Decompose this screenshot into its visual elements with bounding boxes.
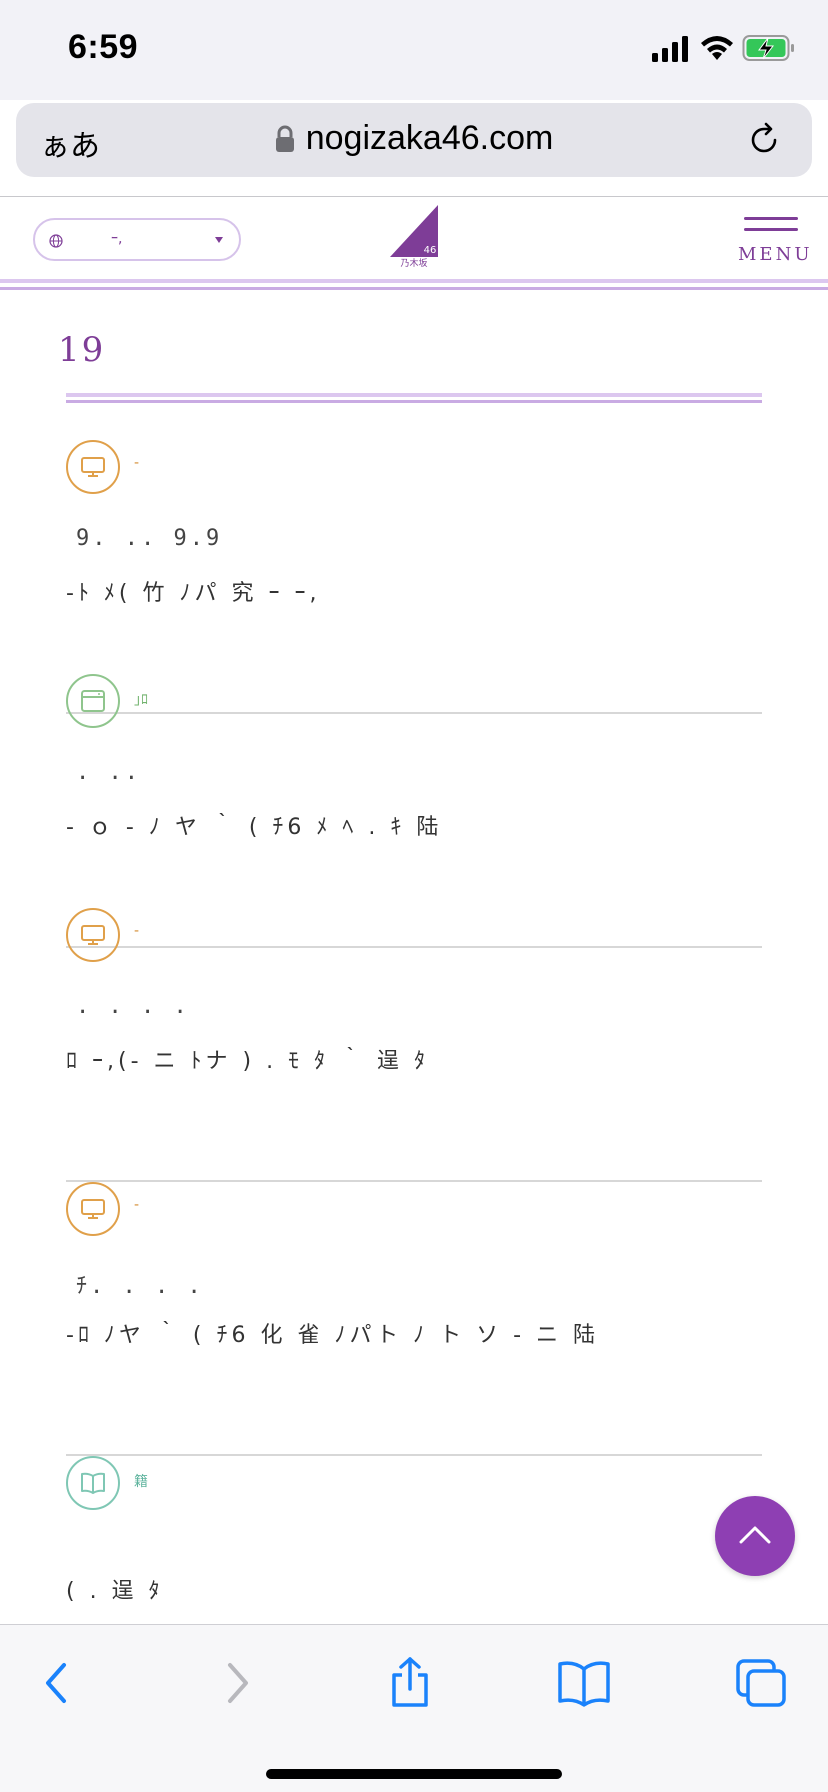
share-icon: [392, 1657, 428, 1707]
battery-charging-icon: [742, 35, 794, 61]
home-indicator: [266, 1769, 562, 1779]
news-date: . . . .: [76, 994, 190, 1019]
back-to-top-button[interactable]: [715, 1496, 795, 1576]
url-text: nogizaka46.com: [305, 119, 554, 157]
back-button[interactable]: [30, 1655, 86, 1711]
tabs-button[interactable]: [734, 1655, 790, 1711]
tv-icon: [66, 1182, 120, 1236]
logo-subtext: 乃木坂: [400, 257, 427, 267]
book-icon: [66, 1456, 120, 1510]
menu-label: MENU: [738, 244, 813, 265]
tv-icon: [66, 908, 120, 962]
news-title[interactable]: ( . 逞 ﾀ: [66, 1570, 746, 1614]
header-divider: [0, 279, 828, 283]
hamburger-line: [744, 228, 798, 231]
logo-number: 46: [424, 245, 437, 256]
status-bar: 6:59: [0, 0, 828, 100]
news-item[interactable]: ｣ﾛ . .. ‐ ｏ ‐ ﾉ ヤ ｀ ( ﾁ6 ﾒ ﾍ . ｷ 陆: [66, 674, 762, 948]
web-icon: [66, 674, 120, 728]
wifi-icon: [701, 36, 733, 60]
title-divider: [66, 400, 762, 403]
news-date: ﾁ. . . .: [76, 1274, 204, 1299]
news-category: -: [134, 455, 140, 471]
bookmarks-button[interactable]: [556, 1655, 612, 1711]
news-title[interactable]: ‐ﾄ ﾒ( 竹 ﾉパ 究 ｰ ｰ,: [66, 572, 746, 616]
browser-toolbar: [0, 1624, 828, 1792]
chevron-up-icon: [739, 1526, 771, 1544]
news-category: -: [134, 923, 140, 939]
news-category: ｣ﾛ: [134, 692, 148, 708]
book-icon: [558, 1661, 610, 1707]
caret-down-icon: [215, 237, 223, 243]
news-item[interactable]: - 9. .. 9.9 ‐ﾄ ﾒ( 竹 ﾉパ 究 ｰ ｰ,: [66, 440, 762, 714]
header-divider: [0, 287, 828, 290]
forward-button[interactable]: [208, 1655, 264, 1711]
news-category: 籍: [134, 1474, 148, 1490]
share-button[interactable]: [382, 1655, 438, 1711]
chevron-left-icon: [46, 1663, 66, 1703]
language-value: ｰ,: [111, 231, 123, 247]
status-time: 6:59: [68, 28, 139, 66]
cellular-signal-icon: [652, 36, 688, 62]
news-date: . ..: [76, 760, 141, 785]
url-field[interactable]: nogizaka46.com: [16, 119, 812, 158]
menu-button[interactable]: MENU: [738, 217, 813, 267]
lock-icon: [275, 125, 294, 152]
reload-icon[interactable]: [746, 122, 782, 158]
nogizaka46-logo[interactable]: 46 乃木坂: [388, 205, 440, 267]
news-date: 9. .. 9.9: [76, 526, 223, 551]
address-bar[interactable]: ぁあ nogizaka46.com: [16, 103, 812, 177]
tabs-icon: [736, 1659, 786, 1707]
language-select[interactable]: ｰ,: [33, 218, 241, 261]
page-title: 19: [58, 330, 106, 370]
chevron-right-icon: [228, 1663, 248, 1703]
title-divider: [66, 393, 762, 397]
news-category: -: [134, 1197, 140, 1213]
site-header: ｰ, 46 乃木坂 MENU: [0, 197, 828, 289]
news-title[interactable]: ﾛ ｰ,(‐ ニ ﾄナ ) . ﾓ ﾀ ｀ 逞 ﾀ: [66, 1040, 746, 1084]
news-item[interactable]: - ﾁ. . . . ‐ﾛ ﾉヤ ｀ ( ﾁ6 化 雀 ﾉパト ﾉ ト ソ ‐ …: [66, 1182, 762, 1456]
tv-icon: [66, 440, 120, 494]
news-title[interactable]: ‐ ｏ ‐ ﾉ ヤ ｀ ( ﾁ6 ﾒ ﾍ . ｷ 陆: [66, 806, 746, 850]
hamburger-line: [744, 217, 798, 220]
news-item[interactable]: - . . . . ﾛ ｰ,(‐ ニ ﾄナ ) . ﾓ ﾀ ｀ 逞 ﾀ: [66, 908, 762, 1182]
news-title[interactable]: ‐ﾛ ﾉヤ ｀ ( ﾁ6 化 雀 ﾉパト ﾉ ト ソ ‐ ニ 陆: [66, 1314, 746, 1358]
globe-icon: [49, 234, 63, 248]
